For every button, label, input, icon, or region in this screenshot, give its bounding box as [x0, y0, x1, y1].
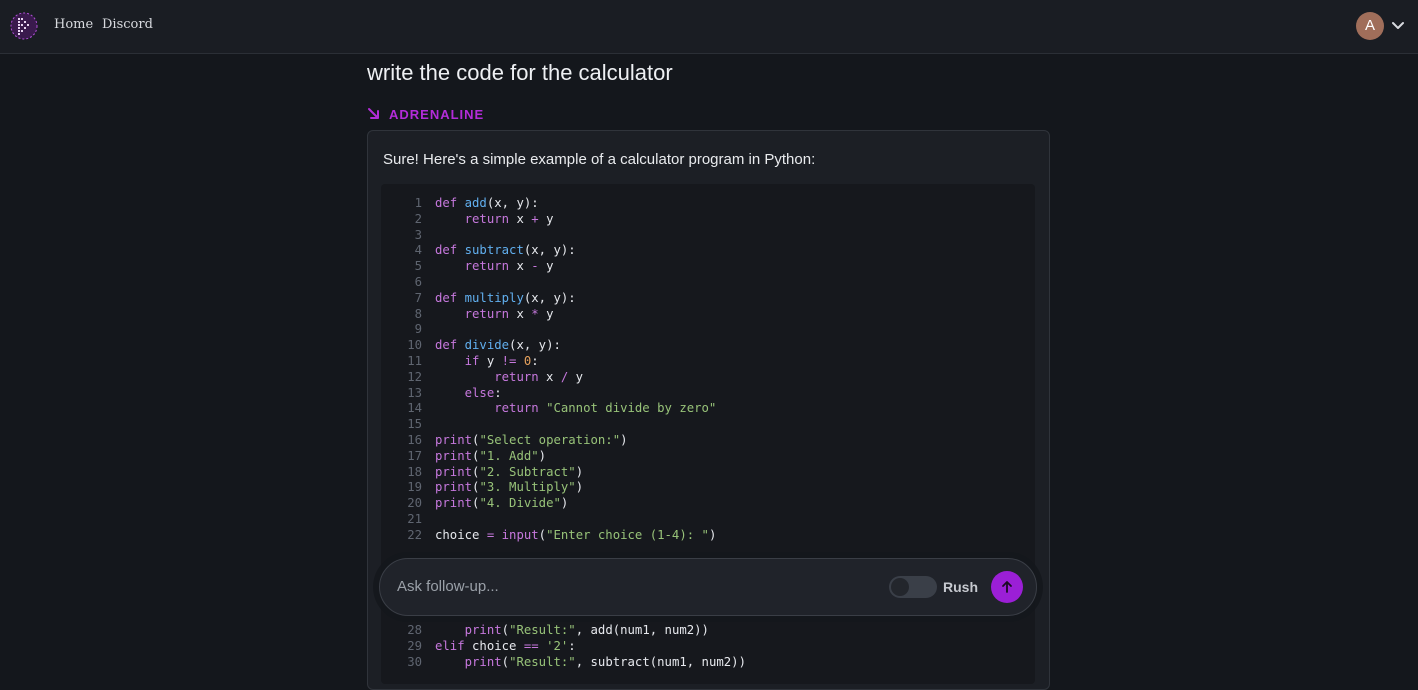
code-text: return x + y [464, 211, 554, 226]
line-number: 4 [414, 243, 422, 258]
answer-intro-text: Sure! Here's a simple example of a calcu… [383, 151, 816, 168]
code-line: 19 print("3. Multiply") [381, 480, 1035, 496]
code-text: return x - y [464, 259, 554, 274]
code-text: print("4. Divide") [435, 496, 569, 511]
code-text: print("1. Add") [435, 448, 547, 463]
line-number: 8 [414, 306, 422, 321]
code-line: 4 def subtract(x, y): [381, 243, 1035, 259]
user-avatar[interactable]: A [1356, 12, 1384, 40]
code-lines: 1 def add(x, y): 2 return x + y 3 4 def subtr… [381, 196, 1035, 544]
code-line: 8 return x * y [381, 307, 1035, 323]
line-number: 21 [407, 511, 422, 526]
code-text: print("Select operation:") [435, 432, 628, 447]
code-text: def multiply(x, y): [435, 290, 576, 305]
arrow-down-right-icon [368, 108, 379, 119]
app-logo-icon[interactable] [10, 12, 38, 40]
line-number: 12 [407, 369, 422, 384]
code-text: print("Result:", subtract(num1, num2)) [464, 654, 746, 669]
rush-toggle-knob [891, 578, 909, 596]
send-button[interactable] [991, 571, 1023, 603]
code-text: def add(x, y): [435, 196, 539, 210]
line-number: 16 [407, 432, 422, 447]
line-number: 18 [407, 464, 422, 479]
code-text: return "Cannot divide by zero" [494, 401, 717, 416]
arrow-up-icon [1002, 581, 1012, 593]
code-line: 10 def divide(x, y): [381, 338, 1035, 354]
line-number: 3 [414, 227, 422, 242]
line-number: 6 [414, 274, 422, 289]
code-text: else: [464, 385, 502, 400]
code-text: return x * y [464, 306, 554, 321]
followup-bar: Rush [379, 558, 1037, 616]
question-title: write the code for the calculator [367, 60, 673, 85]
line-number: 5 [414, 259, 422, 274]
code-line: 28 print("Result:", add(num1, num2)) [381, 623, 1035, 639]
code-line: 20 print("4. Divide") [381, 496, 1035, 512]
code-line: 30 print("Result:", subtract(num1, num2)… [381, 655, 1035, 671]
code-line: 1 def add(x, y): [381, 196, 1035, 212]
nav-home-link[interactable]: Home [54, 17, 93, 32]
nav-discord-link[interactable]: Discord [102, 17, 153, 32]
line-number: 10 [407, 338, 422, 353]
code-text: print("Result:", add(num1, num2)) [464, 623, 709, 637]
chevron-down-icon[interactable] [1390, 17, 1406, 33]
line-number: 2 [414, 211, 422, 226]
line-number: 14 [407, 401, 422, 416]
line-number: 7 [414, 290, 422, 305]
line-number: 1 [414, 196, 422, 210]
code-line: 22 choice = input("Enter choice (1-4): ") [381, 528, 1035, 544]
line-number: 9 [414, 322, 422, 337]
code-text: if y != 0: [464, 353, 539, 368]
answer-source-label: ADRENALINE [389, 107, 485, 122]
line-number: 28 [407, 623, 422, 637]
code-line: 3 [381, 228, 1035, 244]
code-text: print("3. Multiply") [435, 480, 584, 495]
code-line: 7 def multiply(x, y): [381, 291, 1035, 307]
code-line: 5 return x - y [381, 259, 1035, 275]
code-line: 12 return x / y [381, 370, 1035, 386]
code-line: 11 if y != 0: [381, 354, 1035, 370]
code-line: 17 print("1. Add") [381, 449, 1035, 465]
line-number: 22 [407, 527, 422, 542]
code-text: return x / y [494, 369, 584, 384]
code-text: def divide(x, y): [435, 338, 561, 353]
code-line: 18 print("2. Subtract") [381, 465, 1035, 481]
line-number: 19 [407, 480, 422, 495]
line-number: 29 [407, 638, 422, 653]
code-text: choice = input("Enter choice (1-4): ") [435, 527, 717, 542]
code-lines-continued: 28 print("Result:", add(num1, num2)) 29 el… [381, 623, 1035, 670]
code-line: 13 else: [381, 386, 1035, 402]
code-line: 9 [381, 322, 1035, 338]
code-text: print("2. Subtract") [435, 464, 584, 479]
code-line: 6 [381, 275, 1035, 291]
code-line: 15 [381, 417, 1035, 433]
top-navbar: Home Discord A [0, 0, 1418, 54]
line-number: 20 [407, 496, 422, 511]
line-number: 15 [407, 417, 422, 432]
code-line: 16 print("Select operation:") [381, 433, 1035, 449]
code-line: 2 return x + y [381, 212, 1035, 228]
code-line: 14 return "Cannot divide by zero" [381, 401, 1035, 417]
rush-label: Rush [943, 579, 978, 595]
line-number: 13 [407, 385, 422, 400]
code-line: 29 elif choice == '2': [381, 639, 1035, 655]
code-text: elif choice == '2': [435, 638, 576, 653]
rush-toggle[interactable] [889, 576, 937, 598]
line-number: 17 [407, 448, 422, 463]
line-number: 30 [407, 654, 422, 669]
line-number: 11 [407, 353, 422, 368]
followup-input[interactable] [397, 578, 857, 595]
code-line: 21 [381, 512, 1035, 528]
code-text: def subtract(x, y): [435, 243, 576, 258]
